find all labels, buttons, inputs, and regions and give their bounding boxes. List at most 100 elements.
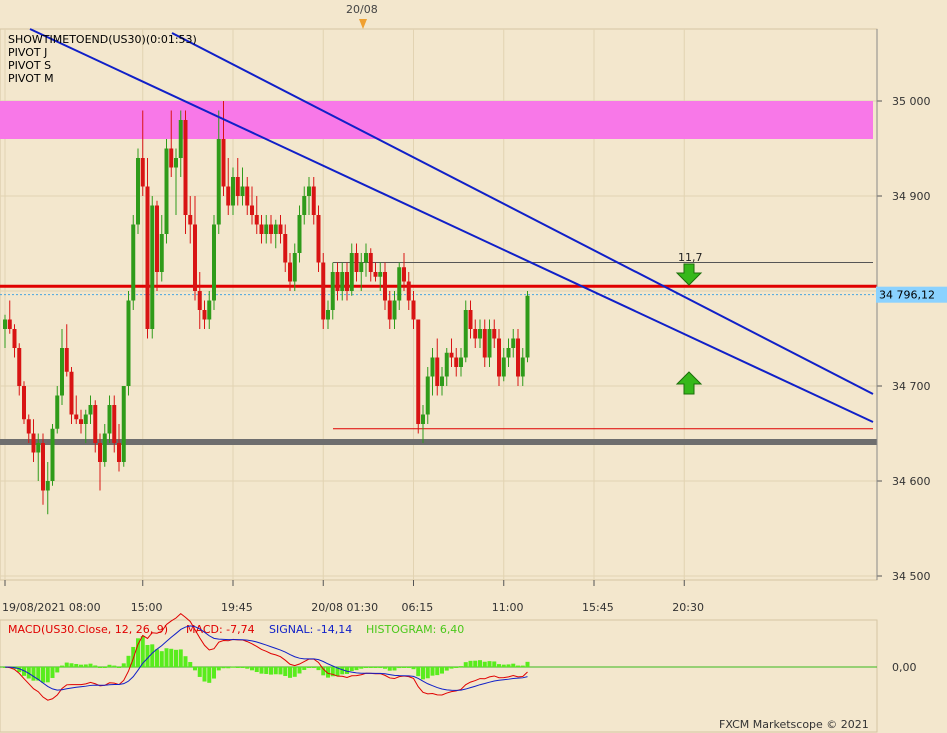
histogram-bar <box>93 665 98 667</box>
candle-body <box>193 224 197 291</box>
histogram-bar <box>216 667 221 671</box>
histogram-bar <box>64 662 69 667</box>
candle-body <box>226 186 231 206</box>
x-tick-label: 06:15 <box>402 601 434 614</box>
histogram-bar <box>60 665 64 667</box>
histogram-bar <box>69 663 74 667</box>
candle-body <box>202 310 207 320</box>
candle-body <box>50 428 55 481</box>
candle-body <box>264 224 269 234</box>
candle-body <box>45 481 50 491</box>
candle-body <box>292 253 297 282</box>
x-tick-label: 20/08 01:30 <box>311 601 378 614</box>
candle-body <box>254 215 259 225</box>
histogram-bar <box>126 655 131 667</box>
candle-body <box>60 348 64 396</box>
candle-body <box>345 272 349 291</box>
histogram-bar <box>231 666 235 668</box>
histogram-bar <box>83 664 88 667</box>
candle-body <box>22 386 26 420</box>
macd-zero-label: 0,00 <box>892 661 917 674</box>
candle-body <box>506 348 511 358</box>
candle-body <box>444 352 449 377</box>
histogram-bar <box>463 662 468 667</box>
candle-body <box>368 253 373 272</box>
candle-body <box>278 224 283 234</box>
histogram-bar <box>245 667 250 669</box>
histogram-bar <box>482 661 487 667</box>
candle-body <box>340 272 345 291</box>
candle-body <box>492 329 497 339</box>
indicator-label: SHOWTIMETOEND(US30)(0:01:53) <box>8 33 197 46</box>
candle-body <box>235 177 240 196</box>
histogram-bar <box>506 664 511 667</box>
histogram-bar <box>421 667 425 680</box>
histogram-bar <box>188 662 193 667</box>
candle-body <box>250 205 254 215</box>
candle-body <box>102 433 107 462</box>
candle-body <box>497 338 501 377</box>
histogram-bar <box>516 665 520 667</box>
histogram-bar <box>212 667 216 679</box>
candle-body <box>159 234 164 272</box>
candle-body <box>311 186 316 215</box>
candle-body <box>316 215 321 263</box>
histogram-bar <box>102 667 107 668</box>
candle-body <box>17 348 22 386</box>
chart-canvas[interactable]: 11,7 20/08 SHOWTIMETOEND(US30)(0:01:53) … <box>0 0 947 733</box>
y-tick-label: 34 600 <box>892 475 931 488</box>
histogram-bar <box>174 649 178 667</box>
candle-body <box>525 295 530 358</box>
candle-body <box>520 357 525 377</box>
histogram-bar <box>240 667 245 668</box>
candle-body <box>440 376 444 386</box>
x-tick-label: 20:30 <box>672 601 704 614</box>
signal-value: SIGNAL: -14,14 <box>269 623 352 636</box>
candle-body <box>117 443 121 462</box>
pivot-value-label: 11,7 <box>678 251 703 264</box>
histogram-bar <box>155 649 159 667</box>
histogram-bar <box>397 667 402 669</box>
candle-body <box>136 158 140 225</box>
candle-body <box>487 329 492 358</box>
candle-body <box>430 357 435 377</box>
candle-body <box>273 224 278 234</box>
candle-body <box>7 319 12 329</box>
histogram-bar <box>121 663 126 667</box>
histogram-bar <box>297 667 302 674</box>
histogram-bar <box>159 651 164 667</box>
histogram-bar <box>359 667 364 669</box>
histogram-bar <box>307 667 311 668</box>
candle-body <box>145 186 150 329</box>
histogram-bar <box>497 664 501 667</box>
date-marker-label: 20/08 <box>346 3 378 16</box>
histogram-bar <box>197 667 202 677</box>
candle-body <box>259 224 264 234</box>
candle-body <box>288 262 292 282</box>
histogram-bar <box>45 667 50 683</box>
histogram-bar <box>430 667 435 676</box>
candle-body <box>107 405 112 434</box>
histogram-bar <box>283 667 288 677</box>
histogram-bar <box>387 667 392 671</box>
histogram-bar <box>425 667 430 679</box>
candle-body <box>150 205 155 329</box>
candle-body <box>79 419 83 424</box>
candle-body <box>36 443 41 453</box>
candle-body <box>98 443 102 462</box>
histogram-bar <box>435 667 440 676</box>
histogram-bar <box>454 667 459 668</box>
candle-body <box>478 329 482 339</box>
y-tick-label: 35 000 <box>892 95 931 108</box>
candle-body <box>121 386 126 462</box>
histogram-bar <box>520 665 525 667</box>
histogram-bar <box>254 667 259 673</box>
candle-body <box>3 319 7 329</box>
candle-body <box>302 196 307 215</box>
histogram-bar <box>292 667 297 677</box>
x-tick-label: 19/08/2021 08:00 <box>2 601 101 614</box>
candle-body <box>402 267 406 282</box>
candle-body <box>373 272 378 277</box>
histogram-bar <box>459 666 463 668</box>
histogram-bar <box>88 663 93 667</box>
